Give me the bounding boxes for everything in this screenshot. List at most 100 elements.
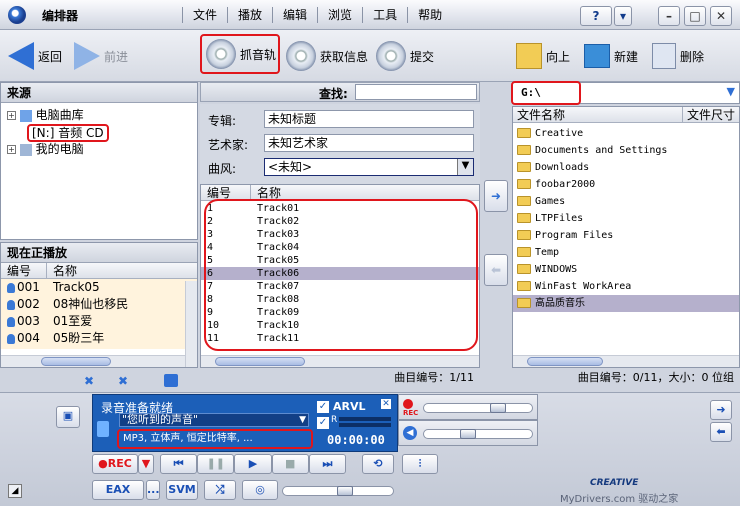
track-hscroll-thumb[interactable] — [215, 357, 305, 366]
pause-button[interactable]: ❚❚ — [197, 454, 235, 474]
dropdown-button[interactable]: ▾ — [614, 6, 632, 26]
file-col-size[interactable]: 文件尺寸 — [683, 107, 735, 122]
genre-select[interactable]: <未知> ▼ — [264, 158, 474, 176]
file-row[interactable]: WinFast WorkArea — [513, 278, 739, 295]
view-toggle-button[interactable]: ▣ — [56, 406, 80, 428]
equalizer-button[interactable]: ⫶ — [402, 454, 438, 474]
record-button[interactable]: ●REC — [92, 454, 138, 474]
now-playing-row[interactable]: 004 05盼三年 — [1, 330, 197, 347]
channel-checkbox[interactable]: ✓ — [317, 417, 329, 429]
submit-button[interactable]: 提交 — [376, 36, 434, 76]
transfer-right-button[interactable]: ➜ — [484, 180, 508, 212]
track-hscroll[interactable] — [201, 355, 479, 367]
rip-button[interactable]: 抓音轨 — [200, 34, 280, 74]
menu-edit[interactable]: 编辑 — [272, 7, 317, 23]
shuffle-button[interactable]: ⤮ — [204, 480, 236, 500]
now-playing-hscroll-thumb[interactable] — [41, 357, 111, 366]
find-input[interactable] — [355, 84, 477, 100]
transfer-left-button[interactable]: ⬅ — [484, 254, 508, 286]
track-row[interactable]: 4 Track04 — [201, 241, 479, 254]
now-playing-row[interactable]: 001 Track05 — [1, 279, 197, 296]
repeat-button[interactable]: ⟲ — [362, 454, 394, 474]
record-volume-knob[interactable] — [490, 403, 506, 413]
svm-button[interactable]: SVM — [166, 480, 198, 500]
chevron-down-icon[interactable]: ▼ — [457, 159, 473, 175]
track-col-number[interactable]: 编号 — [201, 185, 251, 200]
file-row[interactable]: 高品质音乐 — [513, 295, 739, 312]
file-row[interactable]: Downloads — [513, 159, 739, 176]
tree-item-my-computer[interactable]: + 我的电脑 — [7, 141, 197, 158]
track-row[interactable]: 2 Track02 — [201, 215, 479, 228]
help-button[interactable]: ? — [580, 6, 612, 26]
track-row[interactable]: 1 Track01 — [201, 202, 479, 215]
file-row[interactable]: Program Files — [513, 227, 739, 244]
delete-button[interactable]: 删除 — [652, 36, 704, 76]
menu-play[interactable]: 播放 — [227, 7, 272, 23]
file-col-name[interactable]: 文件名称 — [513, 107, 683, 122]
now-playing-hscroll[interactable] — [1, 355, 185, 367]
col-number[interactable]: 编号 — [1, 263, 47, 278]
file-row[interactable]: LTPFiles — [513, 210, 739, 227]
save-icon[interactable] — [164, 374, 178, 387]
format-select[interactable]: MP3, 立体声, 恒定比特率, ... — [117, 429, 313, 449]
source-select[interactable]: "您听到的声音" ▼ — [119, 413, 309, 427]
playback-volume-slider[interactable] — [423, 429, 533, 439]
close-button[interactable]: ✕ — [710, 6, 732, 26]
lcd-close-icon[interactable]: ✕ — [381, 399, 391, 409]
maximize-button[interactable]: □ — [684, 6, 706, 26]
up-button[interactable]: 向上 — [516, 36, 570, 76]
new-folder-button[interactable]: 新建 — [584, 36, 638, 76]
track-row[interactable]: 7 Track07 — [201, 280, 479, 293]
eax-button[interactable]: EAX — [92, 480, 144, 500]
balance-slider[interactable] — [282, 486, 394, 496]
track-row[interactable]: 8 Track08 — [201, 293, 479, 306]
path-bar[interactable]: G:\ ▼ — [511, 81, 740, 105]
next-button[interactable]: ⏭ — [308, 454, 347, 474]
track-row[interactable]: 9 Track09 — [201, 306, 479, 319]
menu-file[interactable]: 文件 — [182, 7, 227, 23]
balance-knob[interactable] — [337, 486, 353, 496]
remove-all-icon[interactable]: ✖ — [118, 374, 128, 388]
next-page-button[interactable]: ➜ — [710, 400, 732, 420]
tree-item-library[interactable]: + 电脑曲库 — [7, 107, 197, 124]
col-name[interactable]: 名称 — [47, 263, 77, 278]
file-hscroll-thumb[interactable] — [527, 357, 603, 366]
stop-button[interactable]: ■ — [271, 454, 309, 474]
record-dropdown-button[interactable]: ▼ — [138, 454, 154, 474]
previous-button[interactable]: ⏮ — [160, 454, 198, 474]
file-hscroll[interactable] — [513, 355, 739, 367]
tree-item-audio-cd[interactable]: [N:] 音频 CD — [27, 124, 197, 142]
track-row[interactable]: 3 Track03 — [201, 228, 479, 241]
track-row[interactable]: 5 Track05 — [201, 254, 479, 267]
minimize-button[interactable]: – — [658, 6, 680, 26]
track-row[interactable]: 11 Track11 — [201, 332, 479, 345]
artist-field[interactable]: 未知艺术家 — [264, 134, 474, 152]
file-row[interactable]: WINDOWS — [513, 261, 739, 278]
album-field[interactable]: 未知标题 — [264, 110, 474, 128]
path-dropdown-icon[interactable]: ▼ — [727, 85, 735, 98]
menu-tools[interactable]: 工具 — [362, 7, 407, 23]
menu-help[interactable]: 帮助 — [407, 7, 452, 23]
menu-browse[interactable]: 浏览 — [317, 7, 362, 23]
track-col-name[interactable]: 名称 — [251, 185, 281, 200]
file-row[interactable]: Temp — [513, 244, 739, 261]
file-row[interactable]: Games — [513, 193, 739, 210]
eax-more-button[interactable]: ... — [146, 480, 160, 500]
record-volume-slider[interactable] — [423, 403, 533, 413]
now-playing-vscroll[interactable] — [185, 281, 197, 367]
play-button[interactable]: ▶ — [234, 454, 272, 474]
arvl-checkbox[interactable]: ✓ — [317, 401, 329, 413]
file-row[interactable]: Documents and Settings — [513, 142, 739, 159]
prev-page-button[interactable]: ⬅ — [710, 422, 732, 442]
cd-mode-button[interactable]: ◎ — [242, 480, 278, 500]
track-row[interactable]: 6 Track06 — [201, 267, 479, 280]
get-info-button[interactable]: 获取信息 — [286, 36, 368, 76]
resize-icon[interactable]: ◢ — [8, 484, 22, 498]
file-row[interactable]: foobar2000 — [513, 176, 739, 193]
file-row[interactable]: Creative — [513, 125, 739, 142]
track-row[interactable]: 10 Track10 — [201, 319, 479, 332]
back-button[interactable]: 返回 — [8, 36, 62, 76]
forward-button[interactable]: 前进 — [74, 36, 128, 76]
playback-volume-knob[interactable] — [460, 429, 476, 439]
now-playing-row[interactable]: 003 01至爱 — [1, 313, 197, 330]
